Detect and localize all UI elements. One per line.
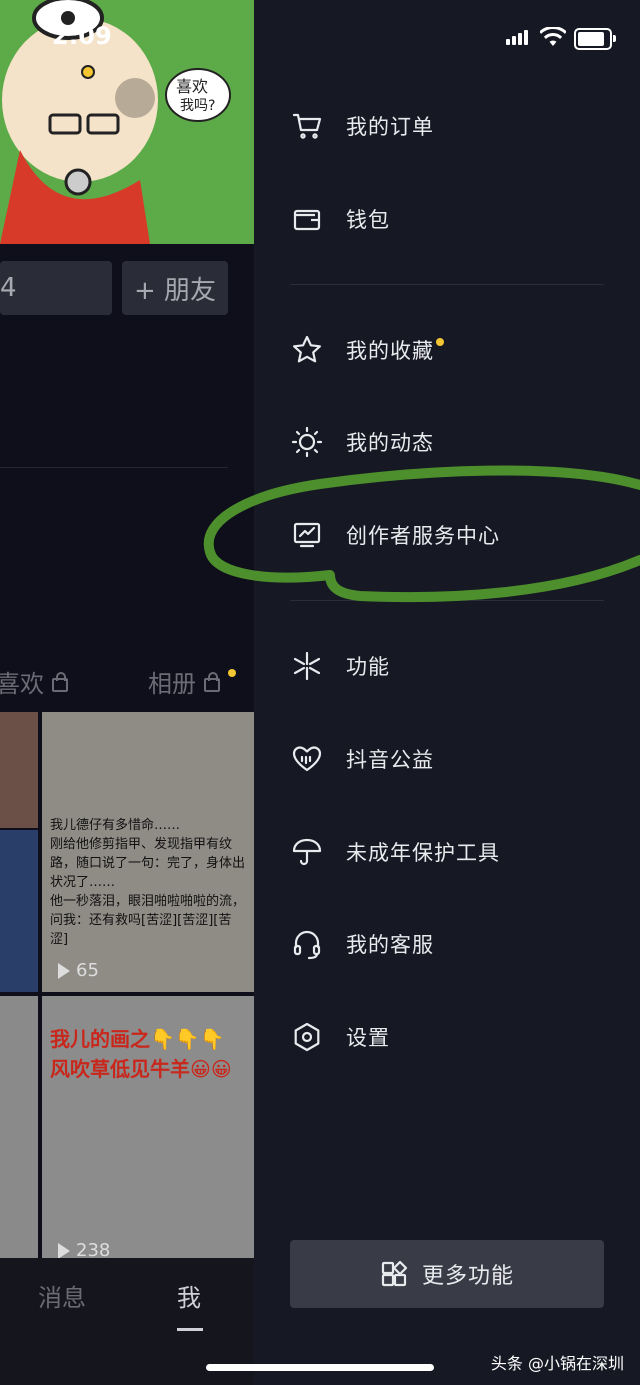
- hex-gear-icon: [290, 1020, 324, 1054]
- menu-label: 未成年保护工具: [346, 841, 500, 865]
- svg-text:我吗?: 我吗?: [180, 98, 215, 114]
- menu-label: 创作者服务中心: [346, 524, 500, 548]
- wifi-icon: [540, 27, 566, 47]
- wallet-icon: [290, 202, 324, 236]
- monitor-chart-icon: [290, 518, 324, 552]
- menu-creator-center[interactable]: 创作者服务中心: [290, 505, 610, 565]
- nav-me[interactable]: 我: [177, 1278, 201, 1313]
- video-thumbnail[interactable]: [0, 712, 38, 828]
- svg-text:喜欢: 喜欢: [176, 77, 208, 96]
- heart-rain-icon: [290, 742, 324, 776]
- cart-icon: [290, 109, 324, 143]
- menu-label: 我的订单: [346, 115, 434, 139]
- video-thumbnail[interactable]: 我儿德仔有多惜命…… 刚给他修剪指甲、发现指甲有纹路，随口说了一句：完了，身体出…: [42, 712, 254, 992]
- menu-label: 抖音公益: [346, 748, 434, 772]
- nav-active-indicator: [177, 1328, 203, 1331]
- side-drawer: 我的订单 钱包 我的收藏 我的动态 创作者服务中心 功能 抖音公益 未成年保护工…: [254, 0, 640, 1385]
- profile-divider: [0, 467, 228, 468]
- menu-label: 钱包: [346, 208, 390, 232]
- video-thumbnail[interactable]: [0, 996, 38, 1258]
- sparkle-icon: [290, 649, 324, 683]
- play-icon: [58, 1242, 70, 1258]
- cellular-signal-icon: [506, 30, 528, 45]
- more-features-button[interactable]: 更多功能: [290, 1240, 604, 1308]
- add-friend-button[interactable]: + 朋友: [122, 261, 228, 315]
- edit-profile-button[interactable]: 4: [0, 261, 112, 315]
- play-count: 238: [58, 1240, 110, 1258]
- menu-settings[interactable]: 设置: [290, 1007, 610, 1067]
- menu-charity[interactable]: 抖音公益: [290, 729, 610, 789]
- new-dot: [228, 668, 236, 677]
- menu-wallet[interactable]: 钱包: [290, 189, 610, 249]
- menu-my-favorites[interactable]: 我的收藏: [290, 320, 610, 380]
- menu-features[interactable]: 功能: [290, 636, 610, 696]
- profile-background: 喜欢 我吗? 4 + 朋友 喜欢 相册 我儿德仔有多惜命…… 刚给他修剪指甲、发…: [0, 0, 254, 1385]
- status-time: 2:09: [52, 22, 112, 50]
- menu-my-orders[interactable]: 我的订单: [290, 96, 610, 156]
- menu-label: 我的客服: [346, 933, 434, 957]
- nav-messages[interactable]: 消息: [38, 1278, 86, 1313]
- home-indicator[interactable]: [206, 1364, 434, 1371]
- menu-customer-service[interactable]: 我的客服: [290, 914, 610, 974]
- status-bar: 2:09: [0, 0, 640, 74]
- umbrella-icon: [290, 835, 324, 869]
- video-caption: 我儿的画之👇👇👇 风吹草低见牛羊😀😀: [50, 1027, 232, 1081]
- headset-icon: [290, 927, 324, 961]
- lock-icon: [204, 671, 220, 692]
- play-count: 65: [58, 960, 99, 981]
- menu-label: 功能: [346, 655, 390, 679]
- menu-label: 我的收藏: [346, 339, 434, 363]
- tab-album[interactable]: 相册: [148, 664, 236, 699]
- more-features-label: 更多功能: [421, 1264, 514, 1289]
- lock-icon: [52, 671, 68, 692]
- battery-icon: [574, 28, 616, 50]
- menu-label: 设置: [346, 1026, 390, 1050]
- menu-divider: [290, 284, 604, 285]
- menu-my-moments[interactable]: 我的动态: [290, 412, 610, 472]
- new-badge-dot: [436, 338, 444, 346]
- menu-divider: [290, 600, 604, 601]
- play-icon: [58, 962, 70, 979]
- video-thumbnail[interactable]: 我儿的画之👇👇👇 风吹草低见牛羊😀😀 238: [42, 996, 254, 1258]
- tab-likes[interactable]: 喜欢: [0, 664, 68, 699]
- video-caption: 我儿德仔有多惜命…… 刚给他修剪指甲、发现指甲有纹路，随口说了一句：完了，身体出…: [50, 818, 246, 947]
- watermark: 头条 @小锅在深圳: [490, 1354, 624, 1373]
- sun-icon: [290, 425, 324, 459]
- grid-icon: [380, 1260, 408, 1288]
- menu-label: 我的动态: [346, 431, 434, 455]
- video-thumbnail[interactable]: [0, 830, 38, 992]
- menu-minor-protection[interactable]: 未成年保护工具: [290, 822, 610, 882]
- star-icon: [290, 333, 324, 367]
